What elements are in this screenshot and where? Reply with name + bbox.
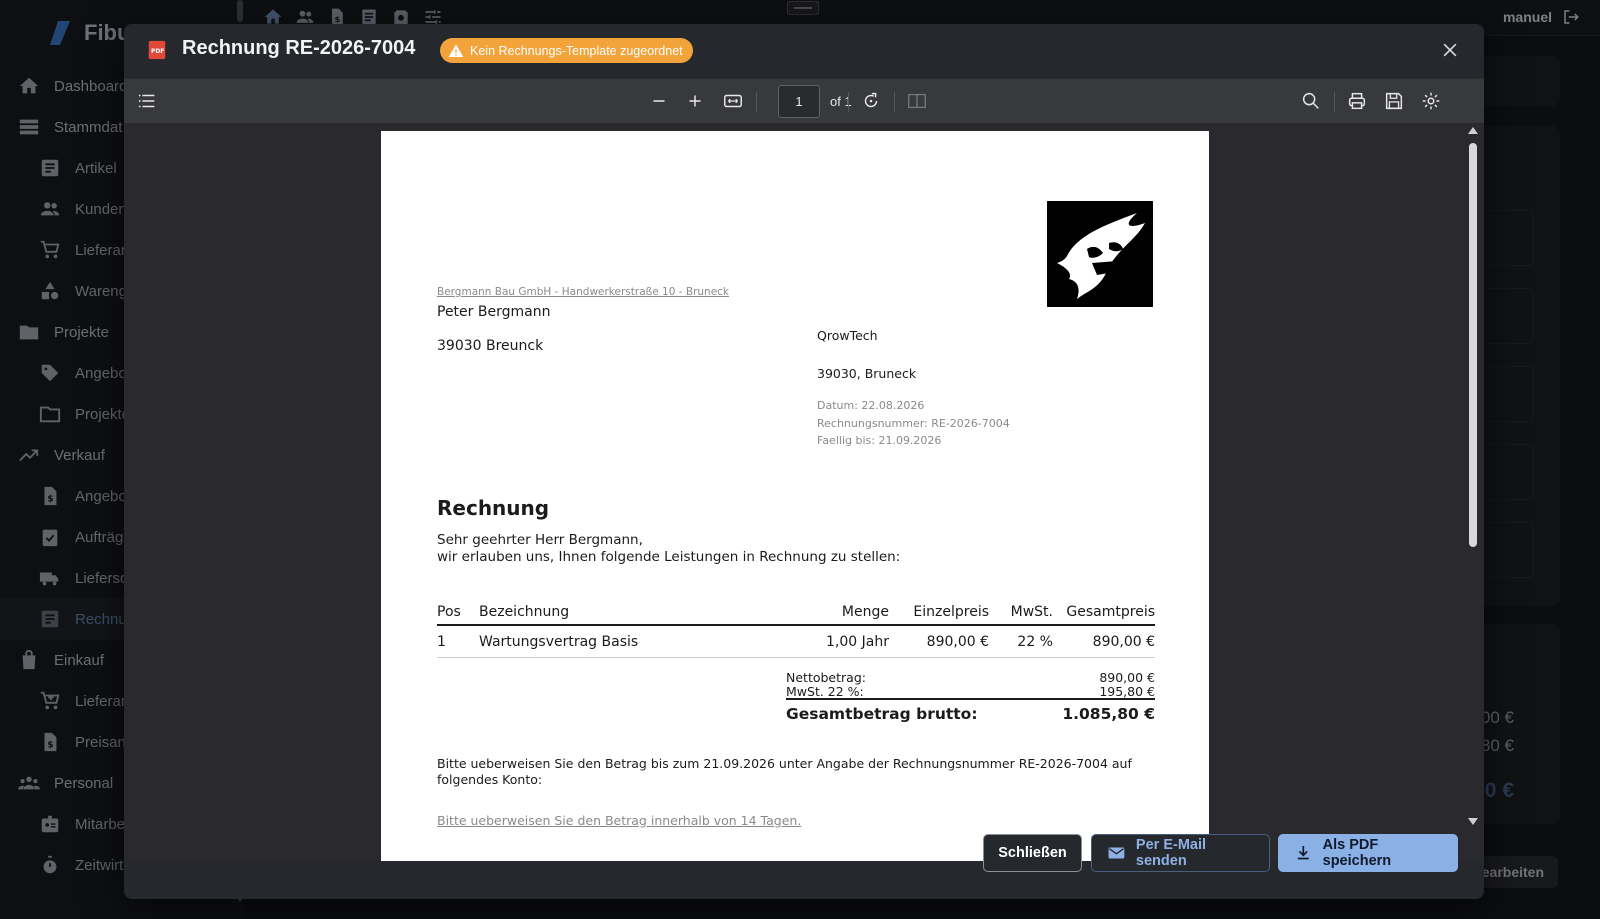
email-icon bbox=[1108, 847, 1125, 859]
gear-icon[interactable] bbox=[1420, 90, 1442, 112]
zoom-in-icon[interactable] bbox=[684, 90, 706, 112]
column-header: Menge bbox=[841, 604, 889, 620]
table-cell: 1,00 Jahr bbox=[826, 634, 889, 650]
pdf-viewport[interactable]: Bergmann Bau GmbH - Handwerkerstraße 10 … bbox=[124, 123, 1484, 861]
tax-row: MwSt. 22 %: 195,80 € bbox=[786, 684, 1155, 699]
tax-value: 195,80 € bbox=[1099, 684, 1155, 699]
totals-block: Nettobetrag: 890,00 € MwSt. 22 %: 195,80… bbox=[786, 670, 1155, 727]
dialog-footer: Schließen Per E-Mail senden Als PDF spei… bbox=[124, 834, 1484, 899]
print-icon[interactable] bbox=[1346, 90, 1368, 112]
invoice-date: Datum: 22.08.2026 bbox=[817, 399, 925, 412]
rotate-icon[interactable] bbox=[860, 90, 882, 112]
company-logo bbox=[1047, 201, 1153, 307]
scroll-thumb[interactable] bbox=[1469, 143, 1477, 547]
column-header: MwSt. bbox=[1010, 604, 1053, 620]
toolbar-separator bbox=[756, 92, 757, 112]
toolbar-separator bbox=[1334, 92, 1335, 112]
warning-badge: Kein Rechnungs-Template zugeordnet bbox=[440, 38, 693, 63]
toolbar-separator bbox=[894, 92, 895, 112]
table-cell: 890,00 € bbox=[1092, 634, 1155, 650]
scroll-down-arrow[interactable] bbox=[1468, 818, 1478, 825]
column-header: Bezeichnung bbox=[479, 604, 570, 620]
recipient-name: Peter Bergmann bbox=[437, 304, 551, 320]
two-page-icon bbox=[908, 93, 926, 109]
save-pdf-label: Als PDF speichern bbox=[1322, 837, 1392, 869]
invoice-preview-dialog: PDF Rechnung RE-2026-7004 Kein Rechnungs… bbox=[124, 24, 1484, 899]
page-number-input[interactable] bbox=[778, 85, 820, 118]
dialog-title: Rechnung RE-2026-7004 bbox=[182, 37, 416, 59]
zoom-out-icon[interactable] bbox=[648, 90, 670, 112]
net-row: Nettobetrag: 890,00 € bbox=[786, 670, 1155, 685]
invoice-meta: Datum: 22.08.2026 Rechnungsnummer: RE-20… bbox=[817, 397, 1010, 450]
pdf-viewer-toolbar: of 1 bbox=[124, 78, 1484, 123]
table-cell: 1 bbox=[437, 634, 446, 650]
gross-label: Gesamtbetrag brutto: bbox=[786, 705, 978, 723]
pdf-icon: PDF bbox=[148, 40, 166, 60]
gross-value: 1.085,80 € bbox=[1062, 705, 1155, 723]
close-button[interactable]: Schließen bbox=[983, 834, 1082, 872]
send-email-button[interactable]: Per E-Mail senden bbox=[1091, 834, 1270, 872]
scroll-up-arrow[interactable] bbox=[1468, 127, 1478, 134]
table-row: 1 Wartungsvertrag Basis 1,00 Jahr 890,00… bbox=[437, 626, 1155, 658]
sender-line: Bergmann Bau GmbH - Handwerkerstraße 10 … bbox=[437, 286, 730, 298]
greeting-line: wir erlauben uns, Ihnen folgende Leistun… bbox=[437, 548, 901, 565]
pdf-page: Bergmann Bau GmbH - Handwerkerstraße 10 … bbox=[381, 131, 1209, 861]
download-icon bbox=[1297, 846, 1309, 860]
table-header: Pos Bezeichnung Menge Einzelpreis MwSt. … bbox=[437, 598, 1155, 626]
send-email-label: Per E-Mail senden bbox=[1135, 837, 1207, 869]
svg-text:PDF: PDF bbox=[151, 48, 164, 55]
dialog-header: PDF Rechnung RE-2026-7004 Kein Rechnungs… bbox=[124, 24, 1484, 78]
greeting: Sehr geehrter Herr Bergmann, wir erlaube… bbox=[437, 532, 900, 565]
save-icon[interactable] bbox=[1383, 90, 1405, 112]
table-cell: 22 % bbox=[1017, 634, 1053, 650]
close-icon[interactable] bbox=[1440, 40, 1460, 60]
column-header: Einzelpreis bbox=[913, 604, 989, 620]
fit-width-icon[interactable] bbox=[722, 90, 744, 112]
document-heading: Rechnung bbox=[437, 496, 550, 520]
warning-icon bbox=[448, 43, 464, 57]
line-items-table: Pos Bezeichnung Menge Einzelpreis MwSt. … bbox=[437, 598, 1155, 658]
column-header: Gesamtpreis bbox=[1066, 604, 1155, 620]
invoice-number: Rechnungsnummer: RE-2026-7004 bbox=[817, 416, 1010, 430]
pdf-scrollbar[interactable] bbox=[1468, 127, 1478, 825]
recipient-city: 39030 Breunck bbox=[437, 338, 544, 354]
payment-terms: Bitte ueberweisen Sie den Betrag innerha… bbox=[437, 813, 802, 828]
close-button-label: Schließen bbox=[998, 845, 1067, 861]
toolbar-separator bbox=[848, 92, 849, 112]
net-label: Nettobetrag: bbox=[786, 670, 866, 685]
table-cell: 890,00 € bbox=[926, 634, 989, 650]
company-city: 39030, Bruneck bbox=[817, 366, 917, 381]
search-icon[interactable] bbox=[1300, 90, 1322, 112]
column-header: Pos bbox=[437, 604, 461, 620]
sidebar-toggle-icon[interactable] bbox=[136, 90, 158, 112]
company-name: QrowTech bbox=[817, 328, 878, 343]
greeting-line: Sehr geehrter Herr Bergmann, bbox=[437, 532, 643, 548]
warning-text: Kein Rechnungs-Template zugeordnet bbox=[470, 43, 683, 58]
table-cell: Wartungsvertrag Basis bbox=[479, 634, 639, 650]
tax-label: MwSt. 22 %: bbox=[786, 684, 864, 699]
net-value: 890,00 € bbox=[1099, 670, 1155, 685]
payment-instructions: Bitte ueberweisen Sie den Betrag bis zum… bbox=[437, 756, 1132, 787]
invoice-due-date: Faellig bis: 21.09.2026 bbox=[817, 434, 942, 447]
gross-row: Gesamtbetrag brutto: 1.085,80 € bbox=[786, 705, 1155, 727]
save-pdf-button[interactable]: Als PDF speichern bbox=[1278, 834, 1458, 872]
